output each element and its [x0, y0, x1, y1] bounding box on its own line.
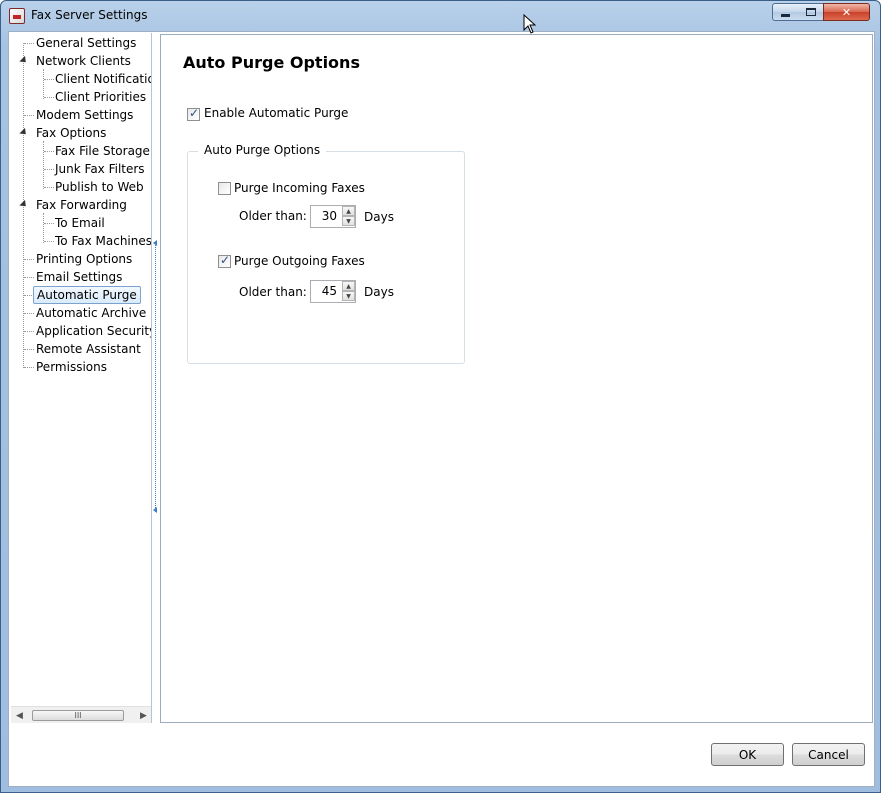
tree-item-to-email[interactable]: To Email — [52, 214, 108, 232]
ok-button[interactable]: OK — [711, 743, 784, 766]
page-title: Auto Purge Options — [183, 53, 360, 72]
tree-item-network-clients[interactable]: Network Clients — [33, 52, 134, 70]
outgoing-days-unit: Days — [364, 285, 394, 299]
purge-incoming-checkbox[interactable] — [218, 182, 231, 195]
tree-item-application-security[interactable]: Application Security — [33, 322, 151, 340]
tree-item-publish-to-web[interactable]: Publish to Web — [52, 178, 147, 196]
tree-item-fax-options[interactable]: Fax Options — [33, 124, 109, 142]
collapse-triangle-icon[interactable] — [19, 55, 29, 66]
tree-item-client-notification[interactable]: Client Notification — [52, 70, 151, 88]
spin-down-icon[interactable]: ▼ — [342, 216, 355, 226]
tree-item-to-fax-machines[interactable]: To Fax Machines — [52, 232, 151, 250]
splitter-grip[interactable] — [155, 242, 157, 512]
incoming-older-than-label: Older than: — [239, 209, 307, 223]
minimize-icon — [781, 13, 790, 17]
maximize-icon — [805, 8, 816, 16]
scroll-right-icon[interactable]: ▶ — [135, 707, 151, 723]
incoming-days-unit: Days — [364, 210, 394, 224]
enable-automatic-purge-checkbox[interactable] — [187, 106, 200, 121]
purge-outgoing-label[interactable]: Purge Outgoing Faxes — [234, 254, 365, 268]
tree-item-client-priorities[interactable]: Client Priorities — [52, 88, 149, 106]
collapse-triangle-icon[interactable] — [19, 127, 29, 138]
title-bar[interactable]: Fax Server Settings ✕ — [1, 1, 880, 31]
tree-horizontal-scrollbar[interactable]: ◀ III ▶ — [11, 706, 151, 723]
tree-item-general-settings[interactable]: General Settings — [33, 34, 139, 52]
tree-line — [43, 213, 44, 243]
tree-item-automatic-archive[interactable]: Automatic Archive — [33, 304, 149, 322]
scroll-left-icon[interactable]: ◀ — [11, 707, 28, 723]
tree-item-printing-options[interactable]: Printing Options — [33, 250, 135, 268]
close-icon: ✕ — [841, 5, 852, 19]
tree-item-fax-forwarding[interactable]: Fax Forwarding — [33, 196, 130, 214]
incoming-days-value[interactable]: 30 — [311, 206, 342, 227]
tree-item-fax-file-storage[interactable]: Fax File Storage — [52, 142, 151, 160]
auto-purge-options-group: Auto Purge Options Purge Incoming Faxes … — [187, 143, 465, 364]
spin-up-icon[interactable]: ▲ — [342, 206, 355, 216]
fax-app-icon — [9, 8, 25, 24]
tree-item-modem-settings[interactable]: Modem Settings — [33, 106, 136, 124]
group-title: Auto Purge Options — [198, 143, 327, 157]
panel-splitter[interactable] — [153, 240, 159, 513]
outgoing-days-value[interactable]: 45 — [311, 281, 342, 302]
dialog-client-area: General Settings Network Clients Client … — [8, 31, 875, 787]
incoming-days-stepper[interactable]: 30 ▲ ▼ — [310, 205, 356, 228]
tree-line — [43, 141, 44, 189]
window-title: Fax Server Settings — [31, 8, 148, 22]
settings-content-panel: Auto Purge Options Enable Automatic Purg… — [160, 34, 873, 723]
tree-item-junk-fax-filters[interactable]: Junk Fax Filters — [52, 160, 148, 178]
outgoing-days-stepper[interactable]: 45 ▲ ▼ — [310, 280, 356, 303]
tree-item-email-settings[interactable]: Email Settings — [33, 268, 125, 286]
settings-tree[interactable]: General Settings Network Clients Client … — [10, 33, 152, 723]
scroll-thumb[interactable]: III — [32, 710, 124, 721]
spin-down-icon[interactable]: ▼ — [342, 291, 355, 301]
tree-item-remote-assistant[interactable]: Remote Assistant — [33, 340, 144, 358]
close-button[interactable]: ✕ — [823, 3, 870, 21]
outgoing-older-than-label: Older than: — [239, 285, 307, 299]
tree-item-permissions[interactable]: Permissions — [33, 358, 110, 376]
splitter-arrow-icon — [153, 507, 157, 513]
enable-automatic-purge-label[interactable]: Enable Automatic Purge — [204, 106, 348, 120]
collapse-triangle-icon[interactable] — [19, 199, 29, 210]
purge-outgoing-checkbox[interactable] — [218, 253, 231, 268]
purge-incoming-label[interactable]: Purge Incoming Faxes — [234, 181, 365, 195]
tree-line — [43, 69, 44, 99]
cancel-button[interactable]: Cancel — [792, 743, 865, 766]
fax-server-settings-window: Fax Server Settings ✕ General Settings N… — [0, 0, 881, 793]
minimize-button[interactable] — [772, 3, 799, 21]
spin-up-icon[interactable]: ▲ — [342, 281, 355, 291]
mouse-pointer-icon — [523, 14, 537, 34]
tree-item-automatic-purge[interactable]: Automatic Purge — [33, 286, 141, 304]
maximize-button[interactable] — [798, 3, 824, 21]
